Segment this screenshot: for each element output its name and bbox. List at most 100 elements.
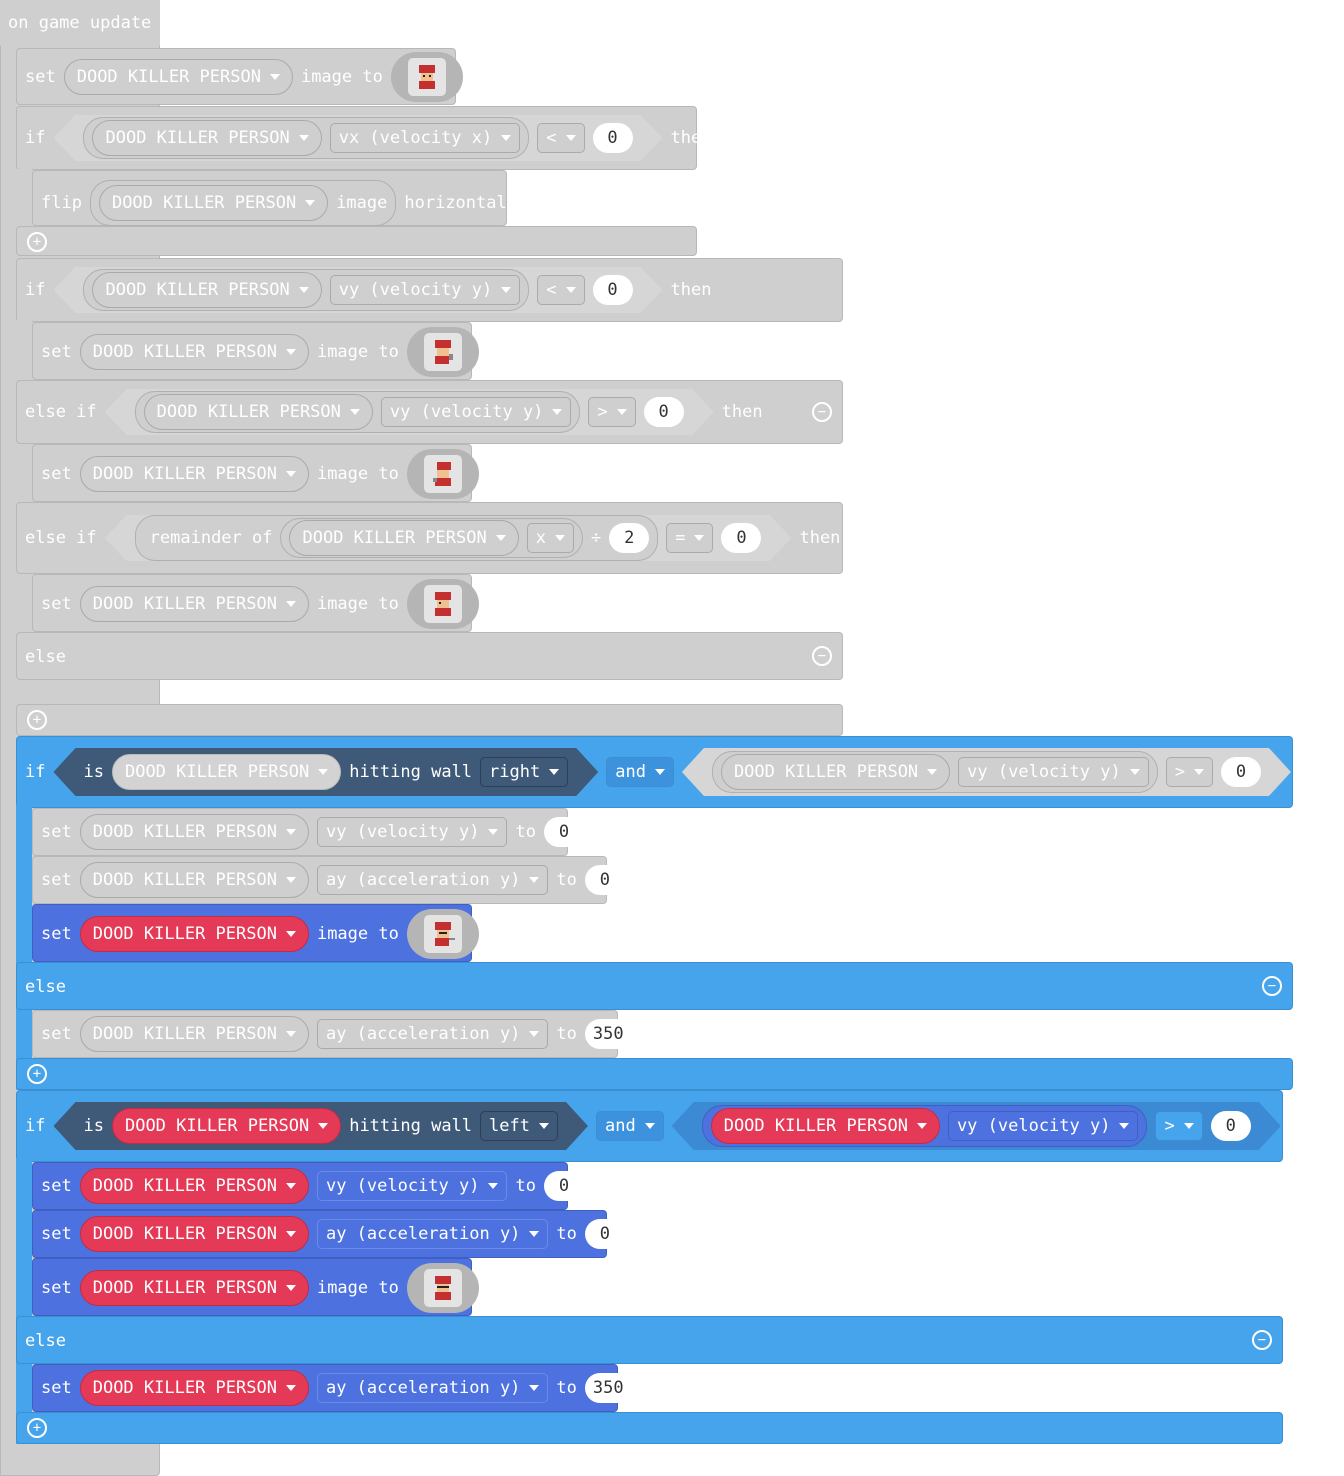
operator-dropdown[interactable]: > (1166, 757, 1213, 787)
set-image-block-3[interactable]: set DOOD KILLER PERSON image to (32, 444, 479, 502)
number-input[interactable]: 0 (593, 123, 633, 153)
set-image-block-5[interactable]: set DOOD KILLER PERSON image to (32, 904, 479, 962)
number-input[interactable]: 350 (584, 1019, 632, 1049)
sprite-dropdown[interactable]: DOOD KILLER PERSON (63, 59, 293, 95)
operator-dropdown[interactable]: > (1155, 1111, 1202, 1141)
sprite-dropdown[interactable]: DOOD KILLER PERSON (144, 394, 373, 430)
set-image-block-1[interactable]: set DOOD KILLER PERSON image to (16, 48, 463, 105)
sprite-dropdown[interactable]: DOOD KILLER PERSON (79, 814, 309, 850)
property-dropdown[interactable]: vy (velocity y) (958, 757, 1149, 787)
sprite-dropdown[interactable]: DOOD KILLER PERSON (721, 754, 950, 790)
compare-condition[interactable]: DOOD KILLER PERSON vy (velocity y) < 0 (53, 267, 662, 313)
property-dropdown[interactable]: x (527, 523, 574, 553)
minus-circle-icon[interactable]: − (1262, 976, 1282, 996)
operator-dropdown[interactable]: = (666, 523, 713, 553)
minus-circle-icon[interactable]: − (1252, 1330, 1272, 1350)
wall-dropdown[interactable]: right (480, 757, 568, 787)
sprite-dropdown[interactable]: DOOD KILLER PERSON (112, 754, 341, 790)
sprite-dropdown[interactable]: DOOD KILLER PERSON (289, 520, 518, 556)
else-if-block-remainder[interactable]: else if remainder of DOOD KILLER PERSON … (16, 502, 869, 574)
sprite-dropdown[interactable]: DOOD KILLER PERSON (79, 1216, 309, 1252)
compare-condition[interactable]: remainder of DOOD KILLER PERSON x ÷ 2 = … (105, 515, 792, 561)
number-input[interactable]: 350 (584, 1373, 632, 1403)
property-dropdown[interactable]: vy (velocity y) (316, 817, 508, 847)
property-dropdown[interactable]: vx (velocity x) (330, 123, 521, 153)
number-input[interactable]: 0 (584, 1219, 625, 1249)
operator-dropdown[interactable]: < (537, 275, 584, 305)
else-block-wall-right[interactable]: else − (16, 962, 1293, 1010)
set-ay-block-3[interactable]: set DOOD KILLER PERSON ay (acceleration … (32, 1210, 625, 1258)
operator-dropdown[interactable]: < (537, 123, 584, 153)
flip-image-block[interactable]: flip DOOD KILLER PERSON image horizontal… (32, 170, 527, 226)
sprite-dropdown[interactable]: DOOD KILLER PERSON (79, 1016, 309, 1052)
sprite-dropdown[interactable]: DOOD KILLER PERSON (92, 272, 321, 308)
number-input[interactable]: 0 (584, 865, 625, 895)
compare-condition[interactable]: DOOD KILLER PERSON vy (velocity y) > 0 (105, 389, 714, 435)
number-input[interactable]: 0 (543, 817, 584, 847)
property-dropdown[interactable]: ay (acceleration y) (316, 865, 549, 895)
sprite-dropdown[interactable]: DOOD KILLER PERSON (112, 1108, 341, 1144)
number-input[interactable]: 2 (609, 523, 649, 553)
set-ay-block-4[interactable]: set DOOD KILLER PERSON ay (acceleration … (32, 1364, 632, 1412)
operator-dropdown[interactable]: > (588, 397, 635, 427)
number-input[interactable]: 0 (593, 275, 633, 305)
sprite-dropdown[interactable]: DOOD KILLER PERSON (711, 1108, 940, 1144)
hitting-wall-condition[interactable]: is DOOD KILLER PERSON hitting wall left (53, 1102, 588, 1150)
sprite-image-thumbnail[interactable] (406, 909, 479, 959)
hitting-wall-condition[interactable]: is DOOD KILLER PERSON hitting wall right (53, 748, 598, 796)
plus-circle-icon[interactable]: + (27, 232, 47, 252)
set-ay-block-2[interactable]: set DOOD KILLER PERSON ay (acceleration … (32, 1010, 632, 1058)
sprite-dropdown[interactable]: DOOD KILLER PERSON (79, 1370, 309, 1406)
sprite-image-thumbnail[interactable] (406, 579, 479, 629)
set-vy-block-1[interactable]: set DOOD KILLER PERSON vy (velocity y) t… (32, 808, 584, 856)
if-block-vy-header[interactable]: if DOOD KILLER PERSON vy (velocity y) < … (16, 258, 843, 322)
and-dropdown[interactable]: and (606, 757, 674, 787)
set-image-block-2[interactable]: set DOOD KILLER PERSON image to (32, 322, 479, 380)
sprite-dropdown[interactable]: DOOD KILLER PERSON (79, 334, 309, 370)
else-block-gray[interactable]: else − (16, 632, 843, 680)
plus-circle-icon[interactable]: + (27, 1064, 47, 1084)
sprite-dropdown[interactable]: DOOD KILLER PERSON (92, 120, 321, 156)
if-block-wall-left-header[interactable]: if is DOOD KILLER PERSON hitting wall le… (16, 1090, 1330, 1162)
sprite-dropdown[interactable]: DOOD KILLER PERSON (79, 456, 309, 492)
sprite-dropdown[interactable]: DOOD KILLER PERSON (79, 1168, 309, 1204)
and-dropdown[interactable]: and (595, 1111, 664, 1141)
set-image-block-6[interactable]: set DOOD KILLER PERSON image to (32, 1258, 479, 1316)
wall-dropdown[interactable]: left (480, 1111, 558, 1141)
number-input[interactable]: 0 (543, 1171, 584, 1201)
property-dropdown[interactable]: vy (velocity y) (381, 397, 572, 427)
plus-circle-icon[interactable]: + (27, 710, 47, 730)
set-vy-block-2[interactable]: set DOOD KILLER PERSON vy (velocity y) t… (32, 1162, 584, 1210)
property-dropdown[interactable]: vy (velocity y) (948, 1111, 1139, 1141)
set-ay-block-1[interactable]: set DOOD KILLER PERSON ay (acceleration … (32, 856, 625, 904)
number-input[interactable]: 0 (721, 523, 761, 553)
sprite-dropdown[interactable]: DOOD KILLER PERSON (79, 1270, 309, 1306)
number-input[interactable]: 0 (1211, 1111, 1251, 1141)
set-image-block-4[interactable]: set DOOD KILLER PERSON image to (32, 574, 479, 632)
else-if-block-vy-gt[interactable]: else if DOOD KILLER PERSON vy (velocity … (16, 380, 843, 444)
property-dropdown[interactable]: ay (acceleration y) (316, 1019, 549, 1049)
property-dropdown[interactable]: vy (velocity y) (316, 1171, 508, 1201)
compare-condition[interactable]: DOOD KILLER PERSON vy (velocity y) > 0 (682, 748, 1291, 796)
property-dropdown[interactable]: vy (velocity y) (330, 275, 521, 305)
minus-circle-icon[interactable]: − (812, 402, 832, 422)
if-block-wall-right-header[interactable]: if is DOOD KILLER PERSON hitting wall ri… (16, 736, 1340, 808)
plus-circle-icon[interactable]: + (27, 1418, 47, 1438)
minus-circle-icon[interactable]: − (848, 528, 869, 548)
sprite-image-thumbnail[interactable] (390, 52, 463, 102)
sprite-dropdown[interactable]: DOOD KILLER PERSON (79, 586, 309, 622)
number-input[interactable]: 0 (644, 397, 684, 427)
sprite-image-thumbnail[interactable] (406, 327, 479, 377)
property-dropdown[interactable]: ay (acceleration y) (316, 1219, 549, 1249)
compare-condition[interactable]: DOOD KILLER PERSON vy (velocity y) > 0 (672, 1102, 1281, 1150)
sprite-dropdown[interactable]: DOOD KILLER PERSON (98, 185, 329, 221)
sprite-image-thumbnail[interactable] (406, 449, 479, 499)
sprite-dropdown[interactable]: DOOD KILLER PERSON (79, 862, 309, 898)
if-block-vx[interactable]: if DOOD KILLER PERSON vx (velocity x) < … (16, 106, 711, 170)
compare-condition[interactable]: DOOD KILLER PERSON vx (velocity x) < 0 (53, 115, 662, 161)
sprite-dropdown[interactable]: DOOD KILLER PERSON (79, 916, 309, 952)
minus-circle-icon[interactable]: − (812, 646, 832, 666)
property-dropdown[interactable]: ay (acceleration y) (316, 1373, 549, 1403)
sprite-image-thumbnail[interactable] (406, 1263, 479, 1313)
on-game-update-header[interactable]: on game update (0, 0, 160, 46)
